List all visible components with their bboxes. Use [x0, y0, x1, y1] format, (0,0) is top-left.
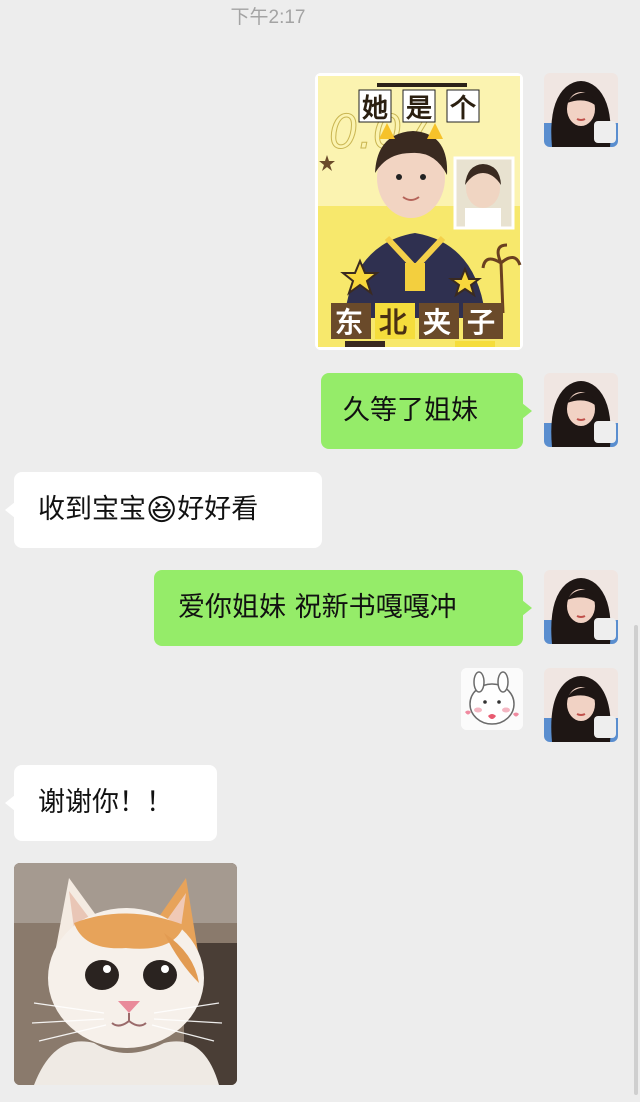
laughing-emoji-icon: 😆 [146, 493, 178, 528]
poster-image-message[interactable]: 0.07 她 是 个 东 北 夹 子 [315, 73, 523, 350]
message-bubble-sent[interactable]: 爱你姐妹 祝新书嘎嘎冲 [154, 570, 532, 646]
user-avatar[interactable] [544, 668, 618, 742]
message-text: 谢谢你！！ [38, 787, 173, 818]
avatar-photo-icon [544, 668, 618, 742]
cat-photo-image [14, 863, 237, 1085]
message-text: 好好看 [177, 494, 259, 525]
svg-text:是: 是 [406, 94, 432, 124]
poster-image: 0.07 她 是 个 东 北 夹 子 [315, 73, 523, 350]
chat-timestamp: 下午2:17 [230, 7, 306, 28]
message-text: 爱你姐妹 祝新书嘎嘎冲 [178, 592, 457, 623]
poster-person-small [453, 156, 515, 230]
chat-scrollbar[interactable] [634, 625, 638, 1095]
avatar-photo-icon [544, 373, 618, 447]
message-text: 收到宝宝 [38, 494, 146, 525]
message-bubble-sent[interactable]: 久等了姐妹 [321, 373, 532, 449]
svg-text:北: 北 [379, 306, 407, 339]
svg-text:夹: 夹 [423, 306, 451, 339]
message-text: 久等了姐妹 [343, 395, 478, 426]
poster-title-top: 她 是 个 [358, 89, 480, 124]
sticker-message[interactable] [461, 668, 523, 730]
svg-text:她: 她 [362, 94, 388, 124]
avatar-photo-icon [544, 570, 618, 644]
cat-photo-message[interactable] [14, 863, 237, 1085]
svg-text:个: 个 [450, 94, 477, 124]
user-avatar[interactable] [544, 73, 618, 147]
avatar-photo-icon [544, 73, 618, 147]
user-avatar[interactable] [544, 373, 618, 447]
user-avatar[interactable] [544, 570, 618, 644]
svg-text:子: 子 [467, 306, 495, 339]
message-bubble-received[interactable]: 谢谢你！！ [5, 765, 217, 841]
svg-text:东: 东 [335, 306, 363, 339]
bunny-heart-sticker-icon [461, 668, 523, 730]
message-bubble-received[interactable]: 收到宝宝😆好好看 [5, 472, 322, 548]
